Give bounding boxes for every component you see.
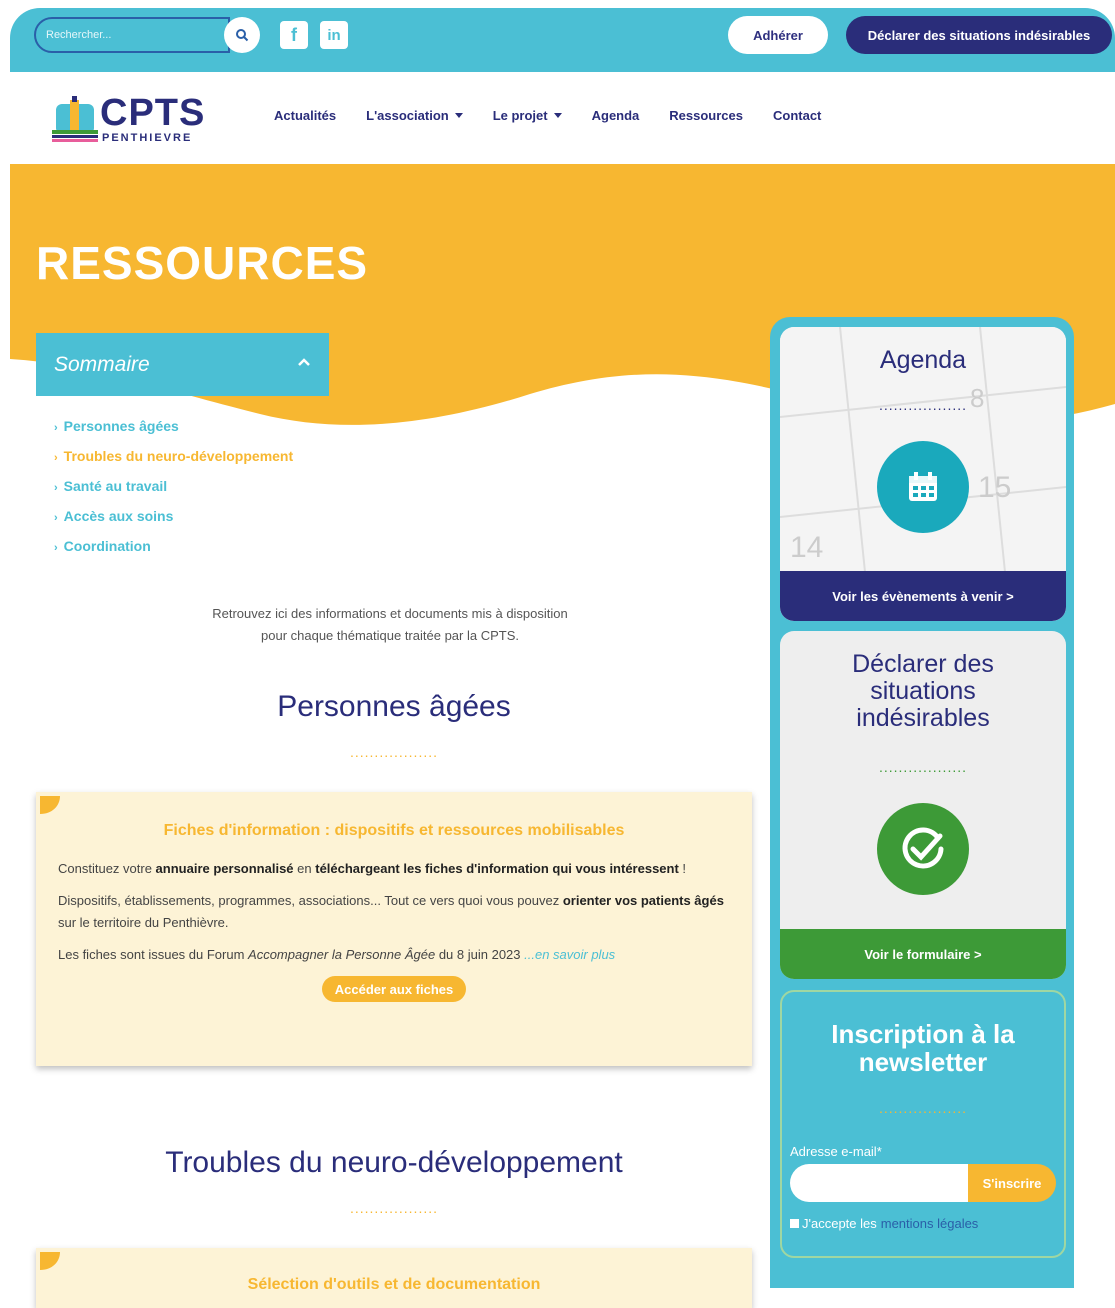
adherer-button[interactable]: Adhérer: [728, 16, 828, 54]
svg-text:14: 14: [790, 531, 823, 564]
section-divider: ..................: [349, 744, 438, 760]
newsletter-box: Inscription à la newsletter ............…: [780, 990, 1066, 1258]
toc-sante-travail[interactable]: › Santé au travail: [54, 476, 293, 506]
sommaire-toggle[interactable]: Sommaire: [36, 333, 329, 396]
agenda-card[interactable]: 8 15 14 Agenda .................. Voir l…: [780, 327, 1066, 621]
check-circle-icon: [877, 803, 969, 895]
svg-text:15: 15: [978, 471, 1011, 504]
search-input[interactable]: [34, 17, 230, 53]
toc-acces-soins[interactable]: › Accès aux soins: [54, 506, 293, 536]
email-field[interactable]: [790, 1164, 968, 1202]
section-divider: ..................: [349, 1200, 438, 1216]
chevron-down-icon: [454, 113, 463, 118]
sommaire-title: Sommaire: [54, 352, 150, 376]
corner-decoration-icon: [40, 1252, 60, 1270]
nav-projet[interactable]: Le projet: [493, 108, 562, 123]
main-nav: Actualités L'association Le projet Agend…: [274, 108, 851, 123]
declare-title: Déclarer des situations indésirables: [852, 650, 994, 732]
search-icon: [236, 29, 249, 42]
side-divider: ..................: [878, 759, 967, 775]
linkedin-icon[interactable]: in: [320, 21, 348, 49]
declare-card[interactable]: Déclarer des situations indésirables ...…: [780, 631, 1066, 979]
section-title-troubles: Troubles du neuro-développement: [165, 1146, 623, 1179]
voir-formulaire-link[interactable]: Voir le formulaire >: [780, 929, 1066, 979]
nav-ressources[interactable]: Ressources: [669, 108, 743, 123]
toc-troubles[interactable]: › Troubles du neuro-développement: [54, 446, 293, 476]
facebook-icon[interactable]: f: [280, 21, 308, 49]
section-title-personnes: Personnes âgées: [277, 690, 511, 723]
sidebar: 8 15 14 Agenda .................. Voir l…: [770, 317, 1074, 1288]
en-savoir-plus-link[interactable]: ...en savoir plus: [524, 947, 615, 962]
logo-subtitle: PENTHIEVRE: [102, 132, 193, 144]
nav-agenda[interactable]: Agenda: [592, 108, 640, 123]
info-card-troubles: Sélection d'outils et de documentation: [36, 1248, 752, 1308]
mentions-legales-link[interactable]: mentions légales: [881, 1216, 979, 1231]
sinscrire-button[interactable]: S'inscrire: [968, 1164, 1056, 1202]
sommaire-list: › Personnes âgées › Troubles du neuro-déve…: [54, 416, 293, 566]
chevron-down-icon: [553, 113, 562, 118]
newsletter-title: Inscription à la newsletter: [831, 1019, 1015, 1077]
accept-terms-checkbox[interactable]: J'accepte les mentions légales: [790, 1216, 978, 1231]
calendar-icon: [877, 441, 969, 533]
card-title: Sélection d'outils et de documentation: [247, 1276, 541, 1293]
card-paragraph-3: Les fiches sont issues du Forum Accompag…: [58, 947, 616, 962]
toc-personnes-agees[interactable]: › Personnes âgées: [54, 416, 293, 446]
corner-decoration-icon: [40, 796, 60, 814]
toc-coordination[interactable]: › Coordination: [54, 536, 293, 566]
chevron-up-icon: [298, 358, 310, 366]
card-title: Fiches d'information : dispositifs et re…: [163, 822, 625, 839]
acceder-fiches-button[interactable]: Accéder aux fiches: [322, 976, 466, 1002]
logo-title: CPTS: [100, 92, 206, 134]
search-button[interactable]: [224, 17, 260, 53]
lighthouse-logo-icon: [52, 96, 98, 142]
page-title: RESSOURCES: [36, 237, 369, 289]
side-divider: ..................: [878, 1100, 967, 1116]
side-divider: ..................: [878, 397, 967, 413]
nav-actualites[interactable]: Actualités: [274, 108, 336, 123]
card-paragraph-1: Constituez votre annuaire personnalisé e…: [58, 861, 687, 876]
intro-text: Retrouvez ici des informations et docume…: [212, 606, 568, 643]
nav-association[interactable]: L'association: [366, 108, 463, 123]
checkbox-icon: [790, 1219, 799, 1228]
info-card-personnes: Fiches d'information : dispositifs et re…: [36, 792, 752, 1066]
agenda-title: Agenda: [879, 346, 967, 374]
voir-evenements-link[interactable]: Voir les évènements à venir >: [780, 571, 1066, 621]
search-box: [34, 17, 260, 53]
declare-situations-button[interactable]: Déclarer des situations indésirables: [846, 16, 1112, 54]
card-paragraph-2: Dispositifs, établissements, programmes,…: [58, 893, 724, 930]
email-label: Adresse e-mail*: [790, 1144, 882, 1159]
nav-contact[interactable]: Contact: [773, 108, 821, 123]
logo[interactable]: CPTS PENTHIEVRE: [50, 92, 215, 147]
